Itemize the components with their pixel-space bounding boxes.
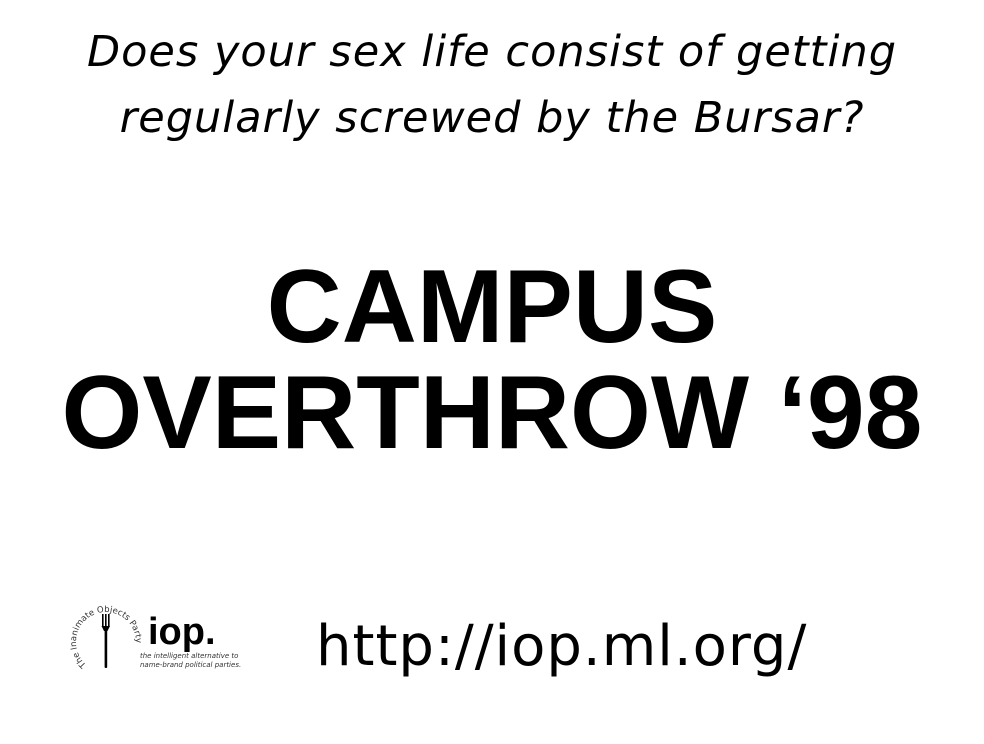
headline-line-2: OVERTHROW ‘98 [61, 355, 923, 471]
tagline-line-1: Does your sex life consist of getting [87, 27, 897, 77]
logo-slogan-line-1: the intelligent alternative to [140, 652, 238, 660]
logo-slogan-line-2: name-brand political parties. [140, 661, 241, 669]
headline-line-1: CAMPUS [266, 249, 718, 365]
logo-wordmark: iop. [148, 611, 216, 653]
fork-icon [101, 614, 110, 668]
website-link[interactable]: http://iop.ml.org/ [316, 612, 807, 682]
iop-logo: The Inanimate Objects Party iop. the int… [62, 600, 262, 678]
iop-logo-graphic: The Inanimate Objects Party iop. the int… [69, 605, 241, 671]
tagline-line-2: regularly screwed by the Bursar? [119, 93, 865, 143]
